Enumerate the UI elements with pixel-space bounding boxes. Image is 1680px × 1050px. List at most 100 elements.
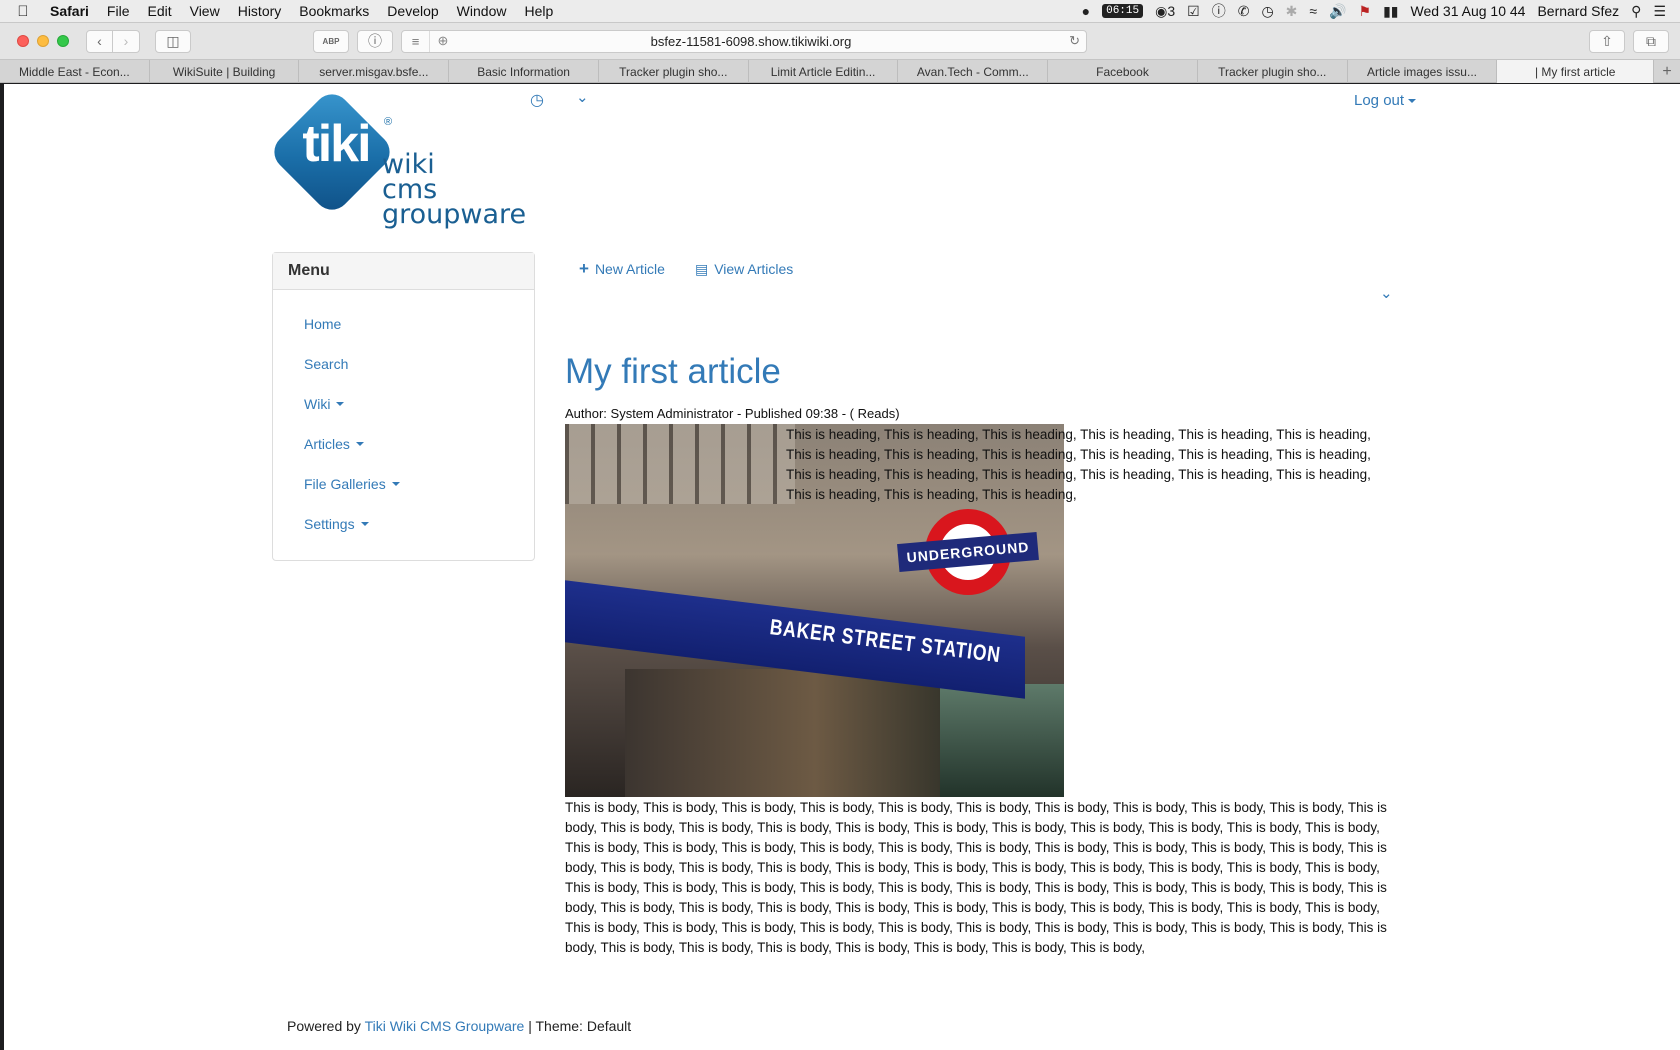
zoom-window-button[interactable] — [57, 35, 69, 47]
caret-down-icon — [391, 482, 400, 486]
password-manager-button[interactable]: ⓘ — [357, 29, 393, 53]
tab-middle-east[interactable]: Middle East - Econ... — [0, 60, 150, 83]
share-button[interactable]: ⇧ — [1589, 29, 1625, 53]
reader-view-icon[interactable]: ≡ — [402, 30, 430, 52]
user-name[interactable]: Bernard Sfez — [1537, 3, 1619, 19]
adblock-button[interactable]: ABP — [313, 29, 349, 53]
side-menu: Menu Home Search Wiki Articles File Gall… — [272, 252, 535, 561]
tab-tracker-plugin-1[interactable]: Tracker plugin sho... — [599, 60, 749, 83]
url-text[interactable]: bsfez-11581-6098.show.tikiwiki.org — [456, 34, 1086, 49]
menu-item-label: Articles — [304, 436, 350, 452]
caret-down-icon — [355, 442, 364, 446]
bluetooth-icon[interactable]: ✱ — [1286, 3, 1298, 20]
view-articles-link[interactable]: ▤ View Articles — [695, 259, 793, 279]
timer-text: 06:15 — [1106, 5, 1140, 17]
sidebar-toggle-button[interactable]: ◫ — [155, 29, 191, 53]
wifi-icon[interactable]: ≈ — [1309, 3, 1317, 19]
logo-word: tiki — [302, 115, 371, 173]
check-icon[interactable]: ☑ — [1187, 3, 1200, 20]
view-articles-label: View Articles — [714, 261, 794, 277]
minimize-window-button[interactable] — [37, 35, 49, 47]
menu-item-file-galleries[interactable]: File Galleries — [273, 464, 534, 504]
add-bookmark-icon[interactable]: ⊕ — [430, 33, 456, 49]
logout-label: Log out — [1354, 92, 1405, 109]
tab-tracker-plugin-2[interactable]: Tracker plugin sho... — [1198, 60, 1348, 83]
menu-help[interactable]: Help — [515, 3, 562, 19]
tab-avan-tech[interactable]: Avan.Tech - Comm... — [898, 60, 1049, 83]
caret-down-icon — [1408, 99, 1417, 104]
logo-tagline: wiki cms groupware — [382, 151, 526, 228]
caret-down-icon — [336, 402, 345, 406]
status-area: ● 06:15 ◉3 ☑ ⓘ ✆ ◷ ✱ ≈ 🔊 ⚑ ▮▮ Wed 31 Aug… — [1082, 1, 1680, 21]
tab-basic-information[interactable]: Basic Information — [449, 60, 599, 83]
menu-history[interactable]: History — [229, 3, 291, 19]
onepassword-icon: ⓘ — [368, 33, 382, 49]
new-article-link[interactable]: + New Article — [579, 259, 665, 279]
footer-theme: | Theme: Default — [528, 1018, 632, 1034]
flag-icon[interactable]: ⚑ — [1359, 3, 1372, 20]
app-menu-safari[interactable]: Safari — [46, 3, 98, 19]
tab-bar: Middle East - Econ... WikiSuite | Buildi… — [0, 60, 1680, 83]
spotlight-search-icon[interactable]: ⚲ — [1631, 3, 1641, 20]
chevron-down-icon[interactable]: ⌄ — [576, 88, 589, 106]
menu-item-settings[interactable]: Settings — [273, 504, 534, 544]
apple-menu-icon[interactable]:  — [0, 3, 46, 20]
logout-dropdown[interactable]: Log out — [1354, 92, 1417, 109]
menu-view[interactable]: View — [181, 3, 229, 19]
footer-tiki-link[interactable]: Tiki Wiki CMS Groupware — [365, 1018, 525, 1034]
menu-item-wiki[interactable]: Wiki — [273, 384, 534, 424]
browser-toolbar: ‹ › ◫ ABP ⓘ ≡ ⊕ bsfez-11581-6098.show.ti… — [0, 23, 1680, 60]
share-icon: ⇧ — [1601, 32, 1613, 49]
menu-item-search[interactable]: Search — [273, 344, 534, 384]
menu-window[interactable]: Window — [448, 3, 516, 19]
article-meta: Author: System Administrator - Published… — [565, 406, 900, 421]
forward-button[interactable]: › — [113, 29, 140, 53]
image-windows — [565, 424, 795, 504]
phone-icon[interactable]: ✆ — [1238, 3, 1250, 20]
notification-center-icon[interactable]: ☰ — [1653, 3, 1666, 20]
menu-bookmarks[interactable]: Bookmarks — [290, 3, 378, 19]
web-page: tiki ® wiki cms groupware ◷ ⌄ Log out Me… — [4, 84, 1680, 1050]
article-body: This is body, This is body, This is body… — [565, 800, 1387, 955]
address-bar[interactable]: ≡ ⊕ bsfez-11581-6098.show.tikiwiki.org ↻ — [401, 29, 1087, 53]
plus-icon: + — [579, 259, 589, 278]
notification-icon[interactable]: ◉3 — [1155, 3, 1175, 20]
new-article-label: New Article — [594, 261, 665, 277]
chevron-right-icon: › — [123, 33, 129, 49]
nav-buttons: ‹ › — [86, 29, 140, 53]
new-tab-button[interactable]: + — [1654, 60, 1680, 83]
time-machine-icon[interactable]: ◷ — [1261, 3, 1273, 20]
volume-icon[interactable]: 🔊 — [1329, 3, 1346, 20]
footer-prefix: Powered by — [287, 1018, 361, 1034]
tab-my-first-article[interactable]: | My first article — [1497, 60, 1655, 83]
chevron-down-icon[interactable]: ⌄ — [1380, 284, 1393, 302]
menu-file[interactable]: File — [98, 3, 139, 19]
logo-registered: ® — [384, 116, 393, 128]
menu-item-articles[interactable]: Articles — [273, 424, 534, 464]
tab-article-images[interactable]: Article images issu... — [1348, 60, 1498, 83]
tab-wikisuite[interactable]: WikiSuite | Building — [150, 60, 300, 83]
back-button[interactable]: ‹ — [86, 29, 113, 53]
menu-item-label: Search — [304, 356, 349, 372]
tab-limit-article[interactable]: Limit Article Editin... — [749, 60, 899, 83]
show-tabs-button[interactable]: ⧉ — [1633, 29, 1669, 53]
clock-icon[interactable]: ◷ — [530, 90, 544, 110]
caret-down-icon — [360, 522, 369, 526]
reload-icon[interactable]: ↻ — [1069, 33, 1080, 49]
menu-item-home[interactable]: Home — [273, 304, 534, 344]
battery-icon[interactable]: ▮▮ — [1383, 3, 1398, 20]
menu-edit[interactable]: Edit — [138, 3, 180, 19]
tiki-logo[interactable]: tiki ® wiki cms groupware — [266, 86, 532, 238]
menu-item-label: Wiki — [304, 396, 331, 412]
article-actions: + New Article ▤ View Articles — [579, 259, 793, 279]
clock-datetime[interactable]: Wed 31 Aug 10 44 — [1411, 3, 1526, 19]
timer-badge[interactable]: 06:15 — [1102, 4, 1144, 18]
menu-develop[interactable]: Develop — [378, 3, 447, 19]
tab-facebook[interactable]: Facebook — [1048, 60, 1198, 83]
menu-list: Home Search Wiki Articles File Galleries… — [273, 290, 534, 544]
speech-bubble-icon[interactable]: ● — [1082, 3, 1090, 19]
password-icon[interactable]: ⓘ — [1212, 1, 1226, 21]
close-window-button[interactable] — [17, 35, 29, 47]
menu-heading: Menu — [273, 253, 534, 290]
tab-server-misgav[interactable]: server.misgav.bsfe... — [299, 60, 450, 83]
